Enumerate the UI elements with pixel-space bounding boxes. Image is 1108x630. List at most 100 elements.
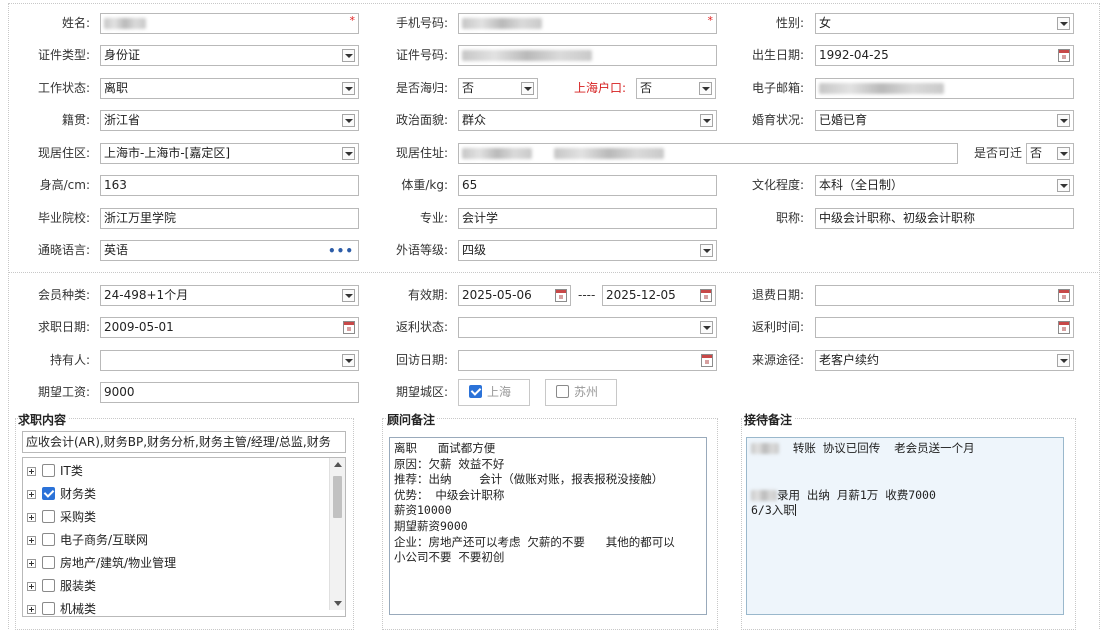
refund-date-field[interactable]: [815, 285, 1074, 306]
title-field[interactable]: 中级会计职称、初级会计职称: [815, 208, 1074, 229]
checkbox-icon[interactable]: [42, 579, 55, 592]
tree-item[interactable]: 财务类: [27, 484, 96, 504]
expand-icon[interactable]: [27, 536, 36, 545]
phone-field[interactable]: *: [458, 13, 717, 34]
job-category-tree[interactable]: IT类 财务类 采购类 电子商务/互联网 房地产/建筑/物业管理 服装类 机械类: [22, 457, 346, 617]
language-value: 英语: [104, 243, 129, 257]
area-option-suzhou[interactable]: 苏州: [545, 379, 617, 406]
calendar-icon[interactable]: [343, 321, 355, 334]
chevron-down-icon[interactable]: [342, 82, 355, 95]
calendar-icon[interactable]: [555, 289, 567, 302]
chevron-down-icon[interactable]: [700, 114, 713, 127]
tree-item[interactable]: 机械类: [27, 599, 96, 616]
tree-item[interactable]: 电子商务/互联网: [27, 530, 148, 550]
checkbox-icon[interactable]: [556, 385, 569, 398]
major-field[interactable]: 会计学: [458, 208, 717, 229]
chevron-down-icon[interactable]: [1057, 114, 1070, 127]
weight-field[interactable]: 65: [458, 175, 717, 196]
expand-icon[interactable]: [27, 559, 36, 568]
chevron-down-icon[interactable]: [342, 289, 355, 302]
scrollbar-thumb[interactable]: [333, 476, 342, 518]
chevron-down-icon[interactable]: [342, 354, 355, 367]
marital-status-select[interactable]: 已婚已育: [815, 110, 1074, 131]
foreign-level-select[interactable]: 四级: [458, 240, 717, 261]
relocatable-value: 否: [1030, 146, 1043, 160]
education-select[interactable]: 本科（全日制）: [815, 175, 1074, 196]
chevron-down-icon[interactable]: [342, 49, 355, 62]
visit-date-field[interactable]: [458, 350, 717, 371]
consultant-notes-textarea[interactable]: 离职 面试都方便 原因：欠薪 效益不好 推荐：出纳 会计（做账对账，报表报税没接…: [389, 437, 707, 615]
chevron-down-icon[interactable]: [700, 321, 713, 334]
expand-icon[interactable]: [27, 513, 36, 522]
expand-icon[interactable]: [27, 467, 36, 476]
email-field[interactable]: [815, 78, 1074, 99]
tree-item[interactable]: 采购类: [27, 507, 96, 527]
checkbox-icon[interactable]: [42, 556, 55, 569]
expand-icon[interactable]: [27, 605, 36, 614]
scroll-down-icon[interactable]: [334, 601, 342, 606]
calendar-icon[interactable]: [1058, 321, 1070, 334]
chevron-down-icon[interactable]: [1057, 179, 1070, 192]
checkbox-icon[interactable]: [42, 602, 55, 615]
tree-item-label: 财务类: [60, 487, 97, 501]
overseas-returnee-select[interactable]: 否: [458, 78, 538, 99]
chevron-down-icon[interactable]: [1057, 17, 1070, 30]
checkbox-icon[interactable]: [42, 510, 55, 523]
relocatable-label: 是否可迁: [973, 146, 1022, 160]
area-option-shanghai[interactable]: 上海: [458, 379, 530, 406]
calendar-icon[interactable]: [701, 354, 713, 367]
checkbox-checked-icon[interactable]: [42, 487, 55, 500]
tree-item[interactable]: 房地产/建筑/物业管理: [27, 553, 176, 573]
member-type-select[interactable]: 24-498+1个月: [100, 285, 359, 306]
expected-salary-field[interactable]: 9000: [100, 382, 359, 403]
expand-icon[interactable]: [27, 490, 36, 499]
calendar-icon[interactable]: [1058, 49, 1070, 62]
validity-start-field[interactable]: 2025-05-06: [458, 285, 571, 306]
current-area-value: 上海市-上海市-[嘉定区]: [104, 146, 231, 160]
tree-item[interactable]: IT类: [27, 461, 83, 481]
id-number-field[interactable]: [458, 45, 717, 66]
chevron-down-icon[interactable]: [699, 82, 712, 95]
shanghai-hukou-select[interactable]: 否: [636, 78, 716, 99]
chevron-down-icon[interactable]: [342, 147, 355, 160]
work-status-select[interactable]: 离职: [100, 78, 359, 99]
birth-date-field[interactable]: 1992-04-25: [815, 45, 1074, 66]
reception-notes-textarea[interactable]: 转账 协议已回传 老会员送一个月 录用 出纳 月薪1万 收费7000 6/3入职: [746, 437, 1064, 615]
id-type-label: 证件类型:: [37, 48, 90, 62]
rebate-time-field[interactable]: [815, 317, 1074, 338]
checkbox-icon[interactable]: [42, 464, 55, 477]
gender-select[interactable]: 女: [815, 13, 1074, 34]
scroll-up-icon[interactable]: [334, 462, 342, 467]
chevron-down-icon[interactable]: [700, 244, 713, 257]
height-field[interactable]: 163: [100, 175, 359, 196]
expand-icon[interactable]: [27, 582, 36, 591]
current-address-field[interactable]: [458, 143, 958, 164]
more-icon[interactable]: •••: [328, 242, 354, 260]
native-place-select[interactable]: 浙江省: [100, 110, 359, 131]
language-field[interactable]: 英语 •••: [100, 240, 359, 261]
redacted-id-number: [462, 50, 592, 61]
job-seek-date-field[interactable]: 2009-05-01: [100, 317, 359, 338]
source-select[interactable]: 老客户续约: [815, 350, 1074, 371]
checkbox-checked-icon[interactable]: [469, 385, 482, 398]
holder-select[interactable]: [100, 350, 359, 371]
validity-end-field[interactable]: 2025-12-05: [602, 285, 716, 306]
chevron-down-icon[interactable]: [342, 114, 355, 127]
rebate-status-select[interactable]: [458, 317, 717, 338]
job-content-summary[interactable]: 应收会计(AR),财务BP,财务分析,财务主管/经理/总监,财务: [22, 431, 346, 453]
checkbox-icon[interactable]: [42, 533, 55, 546]
political-status-select[interactable]: 群众: [458, 110, 717, 131]
tree-item[interactable]: 服装类: [27, 576, 96, 596]
calendar-icon[interactable]: [700, 289, 712, 302]
current-area-select[interactable]: 上海市-上海市-[嘉定区]: [100, 143, 359, 164]
chevron-down-icon[interactable]: [1057, 147, 1070, 160]
school-label: 毕业院校:: [37, 211, 90, 225]
chevron-down-icon[interactable]: [1057, 354, 1070, 367]
school-field[interactable]: 浙江万里学院: [100, 208, 359, 229]
relocatable-select[interactable]: 否: [1026, 143, 1074, 164]
calendar-icon[interactable]: [1058, 289, 1070, 302]
id-type-select[interactable]: 身份证: [100, 45, 359, 66]
name-field[interactable]: *: [100, 13, 359, 34]
tree-scrollbar[interactable]: [329, 458, 345, 610]
chevron-down-icon[interactable]: [521, 82, 534, 95]
